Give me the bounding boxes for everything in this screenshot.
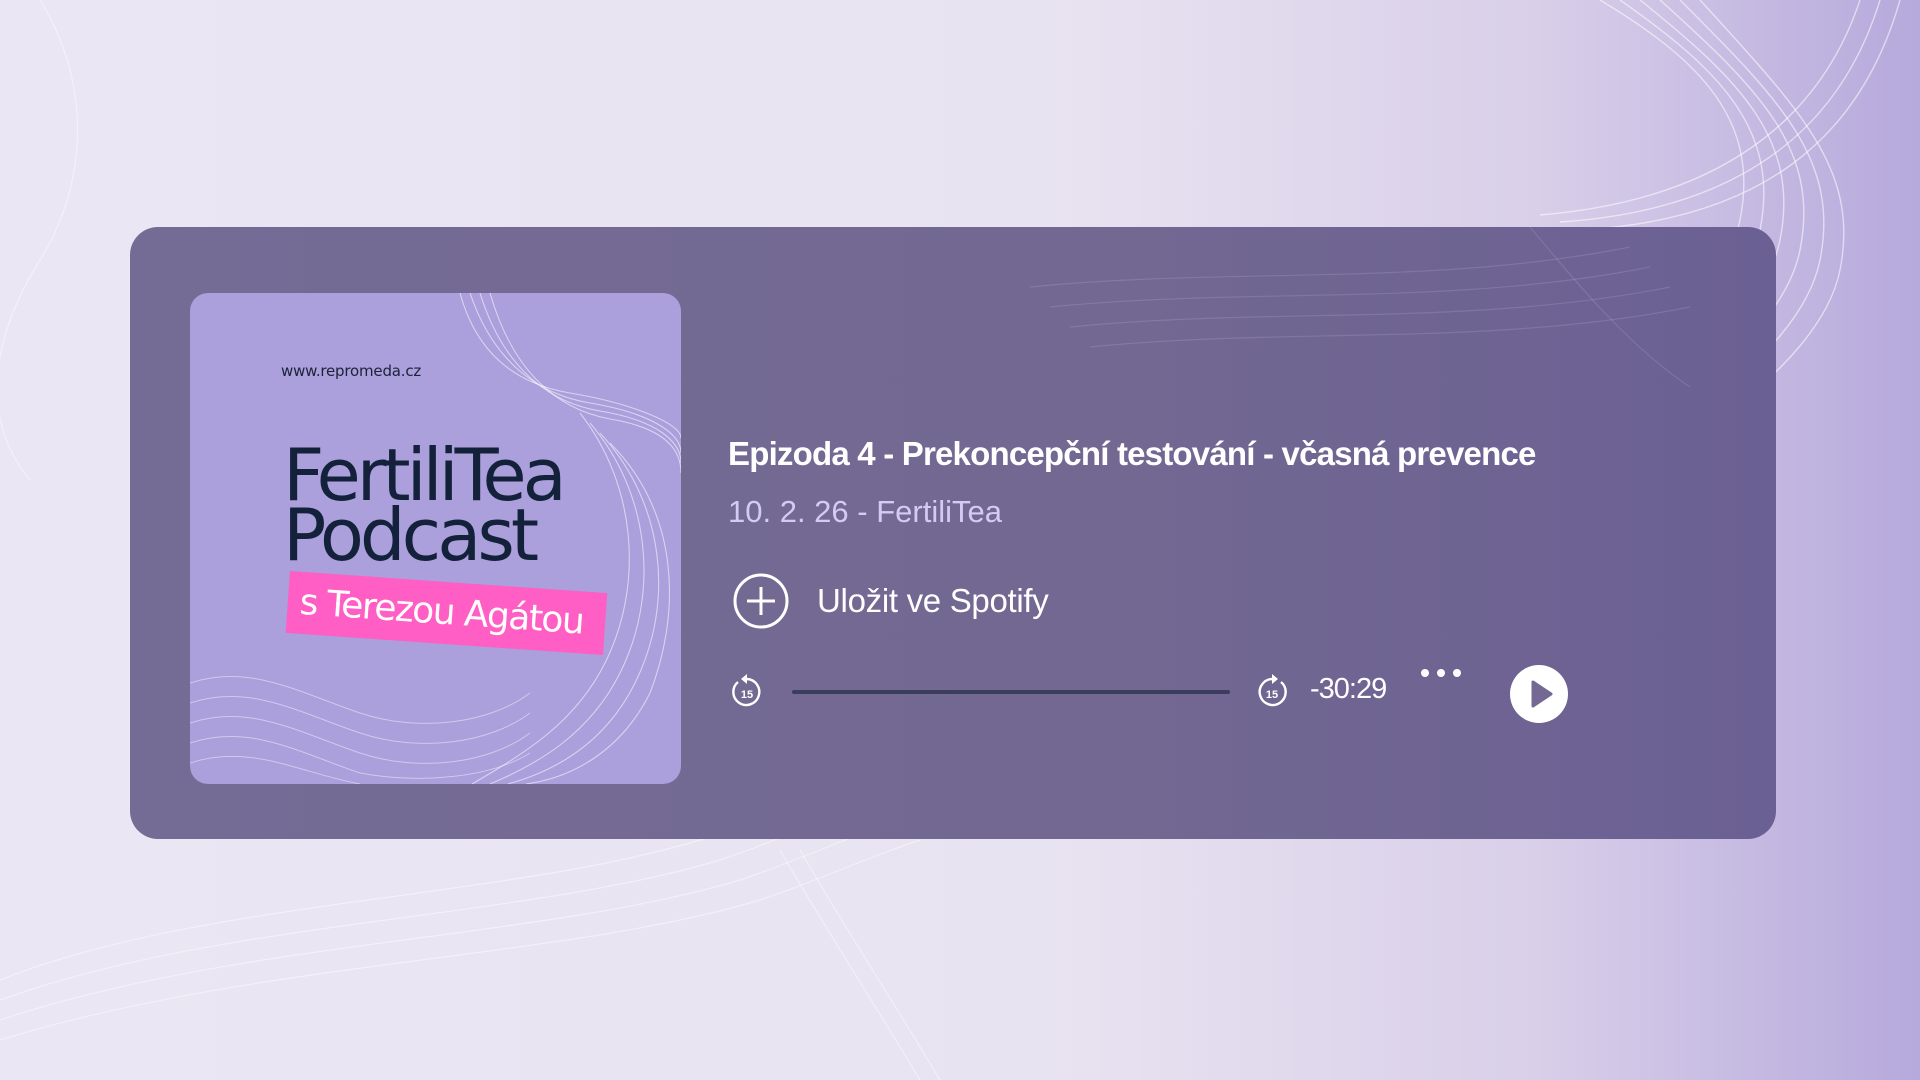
cover-title-line2: Podcast: [283, 493, 539, 577]
playback-controls: 15 15 -30:29: [728, 657, 1628, 727]
episode-meta: 10. 2. 26 - FertiliTea: [728, 494, 1002, 530]
more-dots-icon[interactable]: [1418, 663, 1464, 683]
skip-forward-label: 15: [1266, 689, 1278, 701]
skip-back-label: 15: [741, 689, 753, 701]
remaining-time: -30:29: [1310, 673, 1387, 705]
skip-back-15-icon[interactable]: 15: [728, 673, 766, 711]
skip-forward-15-icon[interactable]: 15: [1253, 673, 1291, 711]
progress-bar[interactable]: [792, 690, 1230, 694]
podcast-cover-art[interactable]: www.repromeda.cz FertiliTea Podcast s Te…: [190, 293, 681, 784]
episode-date: 10. 2. 26: [728, 494, 849, 529]
cover-url-text: www.repromeda.cz: [281, 362, 422, 380]
podcast-player-card: www.repromeda.cz FertiliTea Podcast s Te…: [130, 227, 1776, 839]
episode-info: Epizoda 4 - Prekoncepční testování - vča…: [728, 227, 1728, 839]
play-button[interactable]: [1510, 665, 1568, 723]
plus-circle-icon[interactable]: [733, 573, 789, 629]
save-to-spotify-button[interactable]: Uložit ve Spotify: [728, 571, 1049, 631]
play-icon: [1531, 680, 1553, 708]
cover-title: FertiliTea Podcast: [283, 439, 567, 577]
episode-show-link[interactable]: - FertiliTea: [857, 494, 1002, 529]
episode-title[interactable]: Epizoda 4 - Prekoncepční testování - vča…: [728, 435, 1536, 473]
save-to-spotify-label: Uložit ve Spotify: [817, 582, 1049, 619]
